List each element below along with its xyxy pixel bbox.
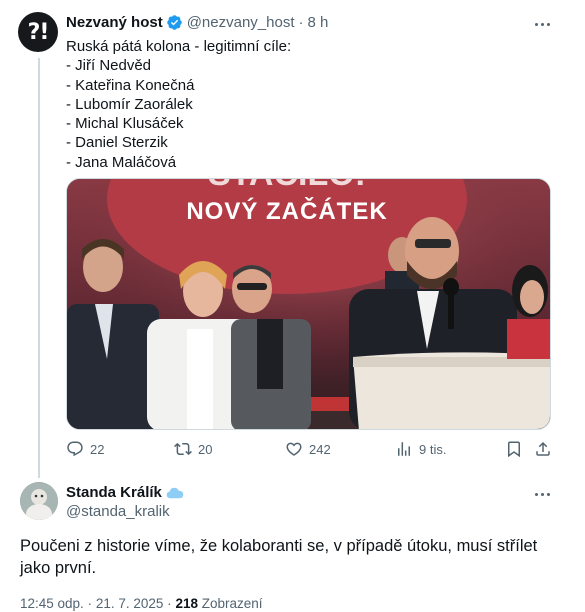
like-button[interactable]: 242 (285, 440, 331, 458)
tweet-line: - Daniel Sterzik (66, 134, 168, 152)
reply-meta: 12:45 odp. · 21. 7. 2025 · 218 Zobrazení (20, 596, 263, 611)
repost-icon (174, 442, 192, 456)
author-name[interactable]: Nezvaný host (66, 14, 163, 31)
parent-tweet[interactable]: ?! Nezvaný host @nezvany_host · 8 h Rusk… (0, 0, 585, 478)
avatar-image (20, 482, 58, 520)
bookmark-icon (508, 441, 520, 458)
more-icon[interactable] (530, 484, 554, 504)
reply-tweet[interactable]: Standa Králík @standa_kralik Poučeni z h… (0, 472, 585, 612)
verified-icon[interactable] (166, 14, 183, 31)
tweet-photo[interactable]: STAČILO! NOVÝ ZAČÁTEK (66, 178, 551, 430)
separator: · (298, 14, 304, 31)
banner-text-top: STAČILO! (208, 179, 366, 193)
thread-line (38, 58, 40, 478)
reply-button[interactable]: 22 (66, 440, 104, 458)
share-button[interactable] (534, 440, 552, 458)
reply-text: Poučeni z historie víme, že kolaboranti … (20, 537, 538, 577)
views-button[interactable]: 9 tis. (395, 440, 446, 458)
like-icon (286, 442, 302, 456)
reply-author-avatar[interactable] (20, 482, 58, 520)
reply-author-name[interactable]: Standa Králík (66, 484, 162, 501)
repost-button[interactable]: 20 (174, 440, 212, 458)
reply-author-handle[interactable]: @standa_kralik (66, 503, 170, 520)
views-icon (398, 442, 410, 456)
like-count: 242 (309, 441, 331, 457)
repost-count: 20 (198, 441, 213, 457)
reply-views-label: Zobrazení (201, 596, 263, 611)
author-avatar[interactable]: ?! (18, 12, 58, 52)
tweet-line: - Jana Maláčová (66, 153, 177, 171)
lectern (353, 352, 550, 429)
reply-date[interactable]: 21. 7. 2025 (96, 596, 164, 611)
tweet-text: Ruská pátá kolona - legitimní cíle: - Ji… (66, 37, 291, 172)
author-handle[interactable]: @nezvany_host (187, 14, 295, 31)
bookmark-button[interactable] (505, 440, 523, 458)
tweet-header: Nezvaný host @nezvany_host · 8 h (66, 14, 328, 31)
cloud-badge-icon (166, 487, 184, 498)
tweet-line: - Michal Klusáček (66, 115, 184, 133)
reply-header: Standa Králík (66, 484, 184, 501)
avatar-text: ?! (27, 19, 50, 45)
more-icon[interactable] (530, 14, 554, 34)
separator: · (167, 596, 172, 611)
tweet-line: - Jiří Nedvěd (66, 57, 152, 75)
tweet-line: - Lubomír Zaorálek (66, 95, 193, 113)
reply-icon (67, 441, 83, 457)
banner-text: NOVÝ ZAČÁTEK (186, 197, 387, 225)
tweet-time[interactable]: 8 h (308, 14, 329, 31)
reply-count: 22 (90, 441, 105, 457)
reply-views-count: 218 (175, 596, 198, 611)
tweet-actions: 22 20 242 9 tis. (66, 440, 556, 464)
tweet-line: Ruská pátá kolona - legitimní cíle: (66, 38, 292, 55)
reply-time[interactable]: 12:45 odp. (20, 596, 84, 611)
photo-scene: STAČILO! NOVÝ ZAČÁTEK (67, 179, 550, 429)
tweet-line: - Kateřina Konečná (66, 76, 195, 94)
separator: · (87, 596, 93, 611)
share-icon (536, 441, 550, 456)
views-count: 9 tis. (419, 441, 447, 457)
